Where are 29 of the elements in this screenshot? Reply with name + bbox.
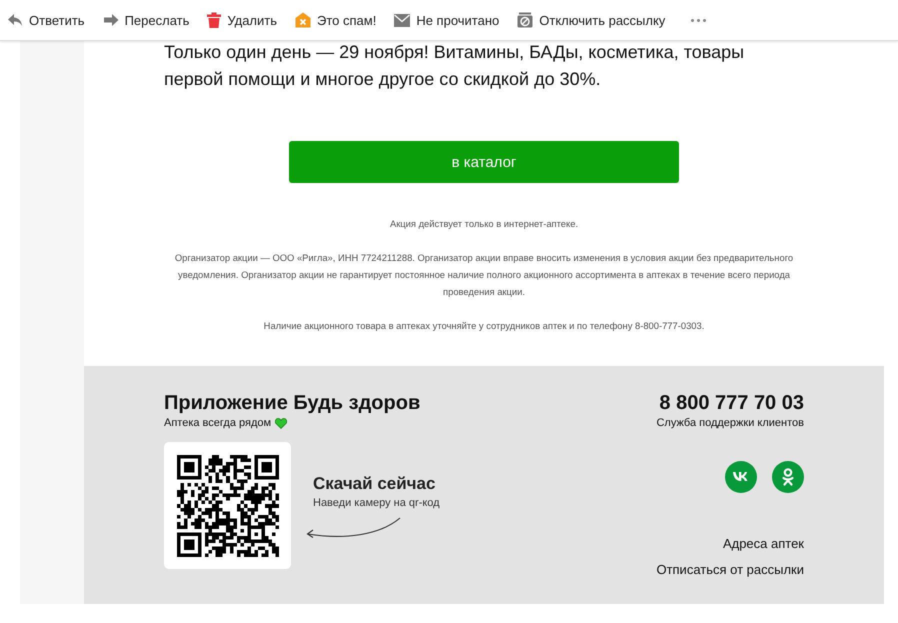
disclaimer-text: Организатор акции — ООО «Ригла», ИНН 7724211288. Организатор акции вправе вносить изменения в условия акции без предварительного уведомления. Организатор акции не гарантирует постоянное наличие полного акционного ассортимента в аптеках в течение всего периода проведения акции. — [174, 251, 794, 299]
download-hint: Наведи камеру на qr-код — [313, 497, 440, 509]
app-subtitle: Аптека всегда рядом — [164, 416, 272, 430]
toolbar-button[interactable]: Это спам! — [293, 5, 386, 35]
toolbar-button[interactable]: Ответить — [5, 5, 94, 35]
unsubscribe-icon — [517, 12, 534, 28]
app-title: Приложение Будь здоров — [164, 391, 422, 416]
disclaimer-text: Акция действует только в интернет-аптеке. — [388, 217, 580, 231]
social-icon[interactable] — [772, 461, 804, 493]
social-icon[interactable] — [725, 461, 757, 493]
toolbar-button[interactable]: Переслать — [100, 5, 198, 35]
envelope-icon — [394, 14, 410, 26]
spam-icon — [295, 12, 312, 28]
phone-number: 8 800 777 70 03 — [659, 391, 804, 416]
toolbar-button[interactable]: Отключить рассылку — [515, 5, 674, 35]
reply-icon — [7, 13, 23, 27]
promo-text: Только один день — 29 ноября! Витамины, БАДы, косметика, товары первой помощи и многое другое со скидкой до 30%. — [164, 41, 746, 91]
footer-link[interactable]: Отписаться от рассылки — [656, 561, 804, 578]
toolbar-button[interactable]: Удалить — [205, 5, 286, 35]
toolbar-button[interactable]: Не прочитано — [392, 5, 508, 35]
forward-icon — [102, 13, 119, 27]
curved-arrow-icon — [305, 517, 403, 541]
trash-icon — [207, 12, 222, 28]
catalog-button[interactable]: в каталог — [289, 141, 679, 183]
footer-link[interactable]: Адреса аптек — [722, 535, 804, 552]
heart-icon — [275, 418, 288, 428]
download-title: Скачай сейчас — [313, 474, 436, 494]
disclaimer-text: Наличие акционного товара в аптеках уточняйте у сотрудников аптек и по телефону 8-800-777-0303. — [262, 319, 706, 333]
phone-caption: Служба поддержки клиентов — [656, 416, 804, 430]
